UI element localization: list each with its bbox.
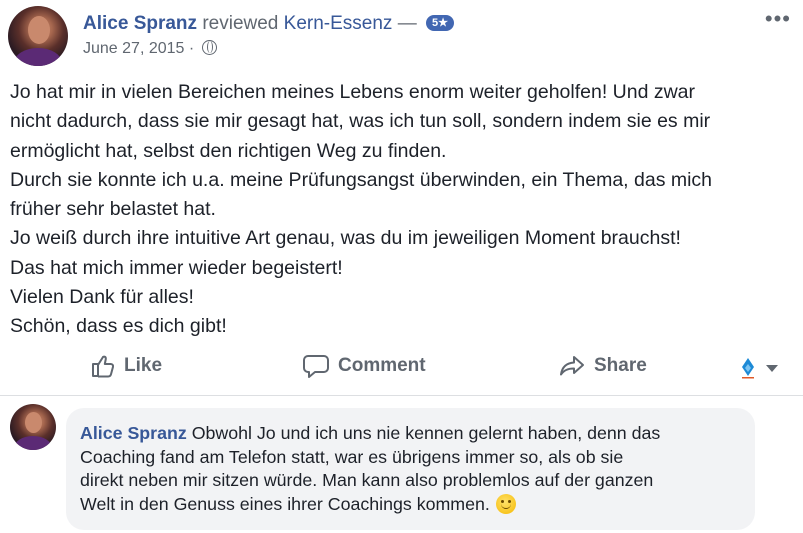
- review-line: Schön, dass es dich gibt!: [10, 315, 227, 338]
- avatar-shirt: [14, 48, 62, 66]
- like-button[interactable]: Like: [90, 351, 162, 381]
- reaction-selector[interactable]: [738, 353, 778, 383]
- review-date[interactable]: June 27, 2015: [83, 40, 184, 57]
- review-line: Durch sie konnte ich u.a. meine Prüfungs…: [10, 168, 713, 191]
- headline-dash: —: [397, 13, 417, 34]
- review-headline: Alice Spranz reviewed Kern-Essenz — 5★: [83, 13, 454, 35]
- comment: Alice Spranz Obwohl Jo und ich uns nie k…: [0, 404, 803, 533]
- review-line: Vielen Dank für alles!: [10, 286, 194, 309]
- comment-line: direkt neben mir sitzen würde. Man kann …: [80, 470, 654, 491]
- share-arrow-icon: [560, 356, 584, 376]
- comment-bubble: Alice Spranz Obwohl Jo und ich uns nie k…: [66, 408, 755, 530]
- comment-line: Welt in den Genuss eines ihrer Coachings…: [80, 493, 741, 517]
- action-bar: Like Comment Share: [0, 345, 803, 389]
- review-line: Das hat mich immer wieder begeistert!: [10, 256, 343, 279]
- author-name-link[interactable]: Alice Spranz: [83, 13, 197, 34]
- share-label: Share: [594, 355, 647, 376]
- divider: [0, 395, 803, 396]
- review-line: Jo hat mir in vielen Bereichen meines Le…: [10, 81, 696, 103]
- date-separator: ·: [188, 40, 195, 57]
- share-button[interactable]: Share: [558, 351, 647, 381]
- review-verb: reviewed: [202, 13, 279, 34]
- review-line: ermöglicht hat, selbst den richtigen Weg…: [10, 139, 447, 162]
- more-options-icon[interactable]: •••: [765, 6, 791, 32]
- avatar-face: [28, 16, 50, 44]
- comment-author-link[interactable]: Alice Spranz: [80, 423, 187, 443]
- globe-icon[interactable]: [201, 40, 217, 55]
- comment-line: Alice Spranz Obwohl Jo und ich uns nie k…: [80, 422, 741, 446]
- chevron-down-icon: [766, 364, 778, 372]
- comment-text: Obwohl Jo und ich uns nie kennen gelernt…: [191, 423, 661, 443]
- reaction-selector-icon: [742, 358, 754, 379]
- review-text: Jo hat mir in vielen Bereichen meines Le…: [10, 78, 790, 342]
- page-name-link[interactable]: Kern-Essenz: [284, 13, 393, 34]
- avatar-shirt: [14, 436, 52, 450]
- like-label: Like: [124, 355, 163, 376]
- wink-emoji-icon: [495, 493, 516, 514]
- author-avatar[interactable]: [8, 6, 68, 66]
- review-header: Alice Spranz reviewed Kern-Essenz — 5★ J…: [8, 6, 803, 66]
- comment-button[interactable]: Comment: [302, 351, 426, 381]
- avatar-face: [25, 412, 42, 433]
- review-line: Jo weiß durch ihre intuitive Art genau, …: [10, 227, 681, 250]
- review-line: früher sehr belastet hat.: [10, 198, 216, 221]
- comment-line: Coaching fand am Telefon statt, war es ü…: [80, 446, 624, 467]
- review-line: nicht dadurch, dass sie mir gesagt hat, …: [10, 110, 711, 133]
- review-meta: June 27, 2015 ·: [83, 40, 217, 58]
- comment-label: Comment: [338, 355, 426, 376]
- commenter-avatar[interactable]: [10, 404, 56, 450]
- speech-bubble-icon: [303, 355, 329, 378]
- rating-badge: 5★: [426, 15, 454, 31]
- thumbs-up-icon: [92, 355, 115, 378]
- comment-text: Welt in den Genuss eines ihrer Coachings…: [80, 493, 490, 514]
